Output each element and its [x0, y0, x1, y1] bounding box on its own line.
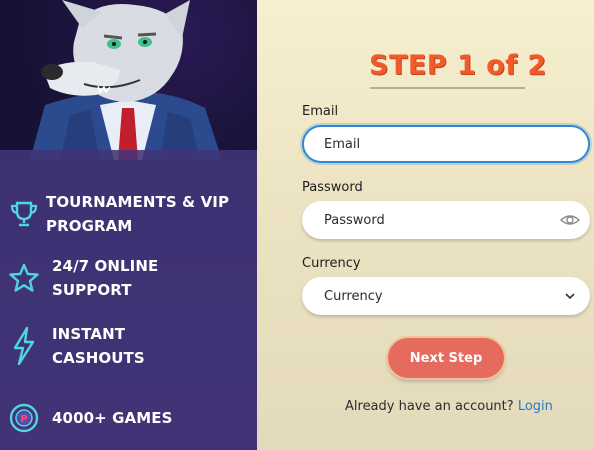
currency-value: Currency: [324, 288, 383, 304]
email-placeholder: Email: [324, 136, 361, 152]
chevron-down-icon: [564, 290, 576, 302]
mascot-hero: [0, 0, 257, 160]
trophy-icon: [2, 192, 46, 236]
signup-form-panel: STEP 1 of 2 Email Email Password Passwor…: [257, 0, 594, 450]
lightning-icon: [2, 324, 46, 368]
currency-label: Currency: [302, 256, 361, 271]
chip-icon: P: [2, 396, 46, 440]
feature-support: 24/7 ONLINE SUPPORT: [0, 254, 257, 302]
promo-panel: TOURNAMENTS & VIP PROGRAM 24/7 ONLINE SU…: [0, 0, 257, 450]
step-title: STEP 1 of 2: [369, 50, 547, 81]
feature-line: INSTANT: [52, 325, 126, 343]
feature-games: P 4000+ GAMES: [0, 396, 257, 440]
feature-line: PROGRAM: [46, 217, 133, 235]
star-icon: [2, 256, 46, 300]
login-prompt: Already have an account? Login: [345, 399, 553, 414]
eye-icon[interactable]: [559, 211, 581, 229]
features-list: TOURNAMENTS & VIP PROGRAM 24/7 ONLINE SU…: [0, 150, 257, 450]
feature-line: SUPPORT: [52, 281, 132, 299]
login-link[interactable]: Login: [518, 399, 553, 414]
email-label: Email: [302, 104, 339, 119]
feature-line: TOURNAMENTS & VIP: [46, 193, 230, 211]
password-field[interactable]: Password: [302, 201, 590, 239]
feature-line: 24/7 ONLINE: [52, 257, 159, 275]
next-step-button[interactable]: Next Step: [388, 338, 504, 378]
currency-select[interactable]: Currency: [302, 277, 590, 315]
already-text: Already have an account?: [345, 399, 514, 414]
feature-line: 4000+ GAMES: [52, 409, 173, 427]
feature-tournaments: TOURNAMENTS & VIP PROGRAM: [0, 190, 257, 238]
password-placeholder: Password: [324, 212, 385, 228]
feature-cashouts: INSTANT CASHOUTS: [0, 322, 257, 370]
password-label: Password: [302, 180, 363, 195]
feature-line: CASHOUTS: [52, 349, 145, 367]
step-underline: [370, 87, 525, 89]
wolf-mascot-image: [30, 0, 222, 160]
email-field[interactable]: Email: [302, 125, 590, 163]
svg-text:P: P: [20, 414, 27, 425]
